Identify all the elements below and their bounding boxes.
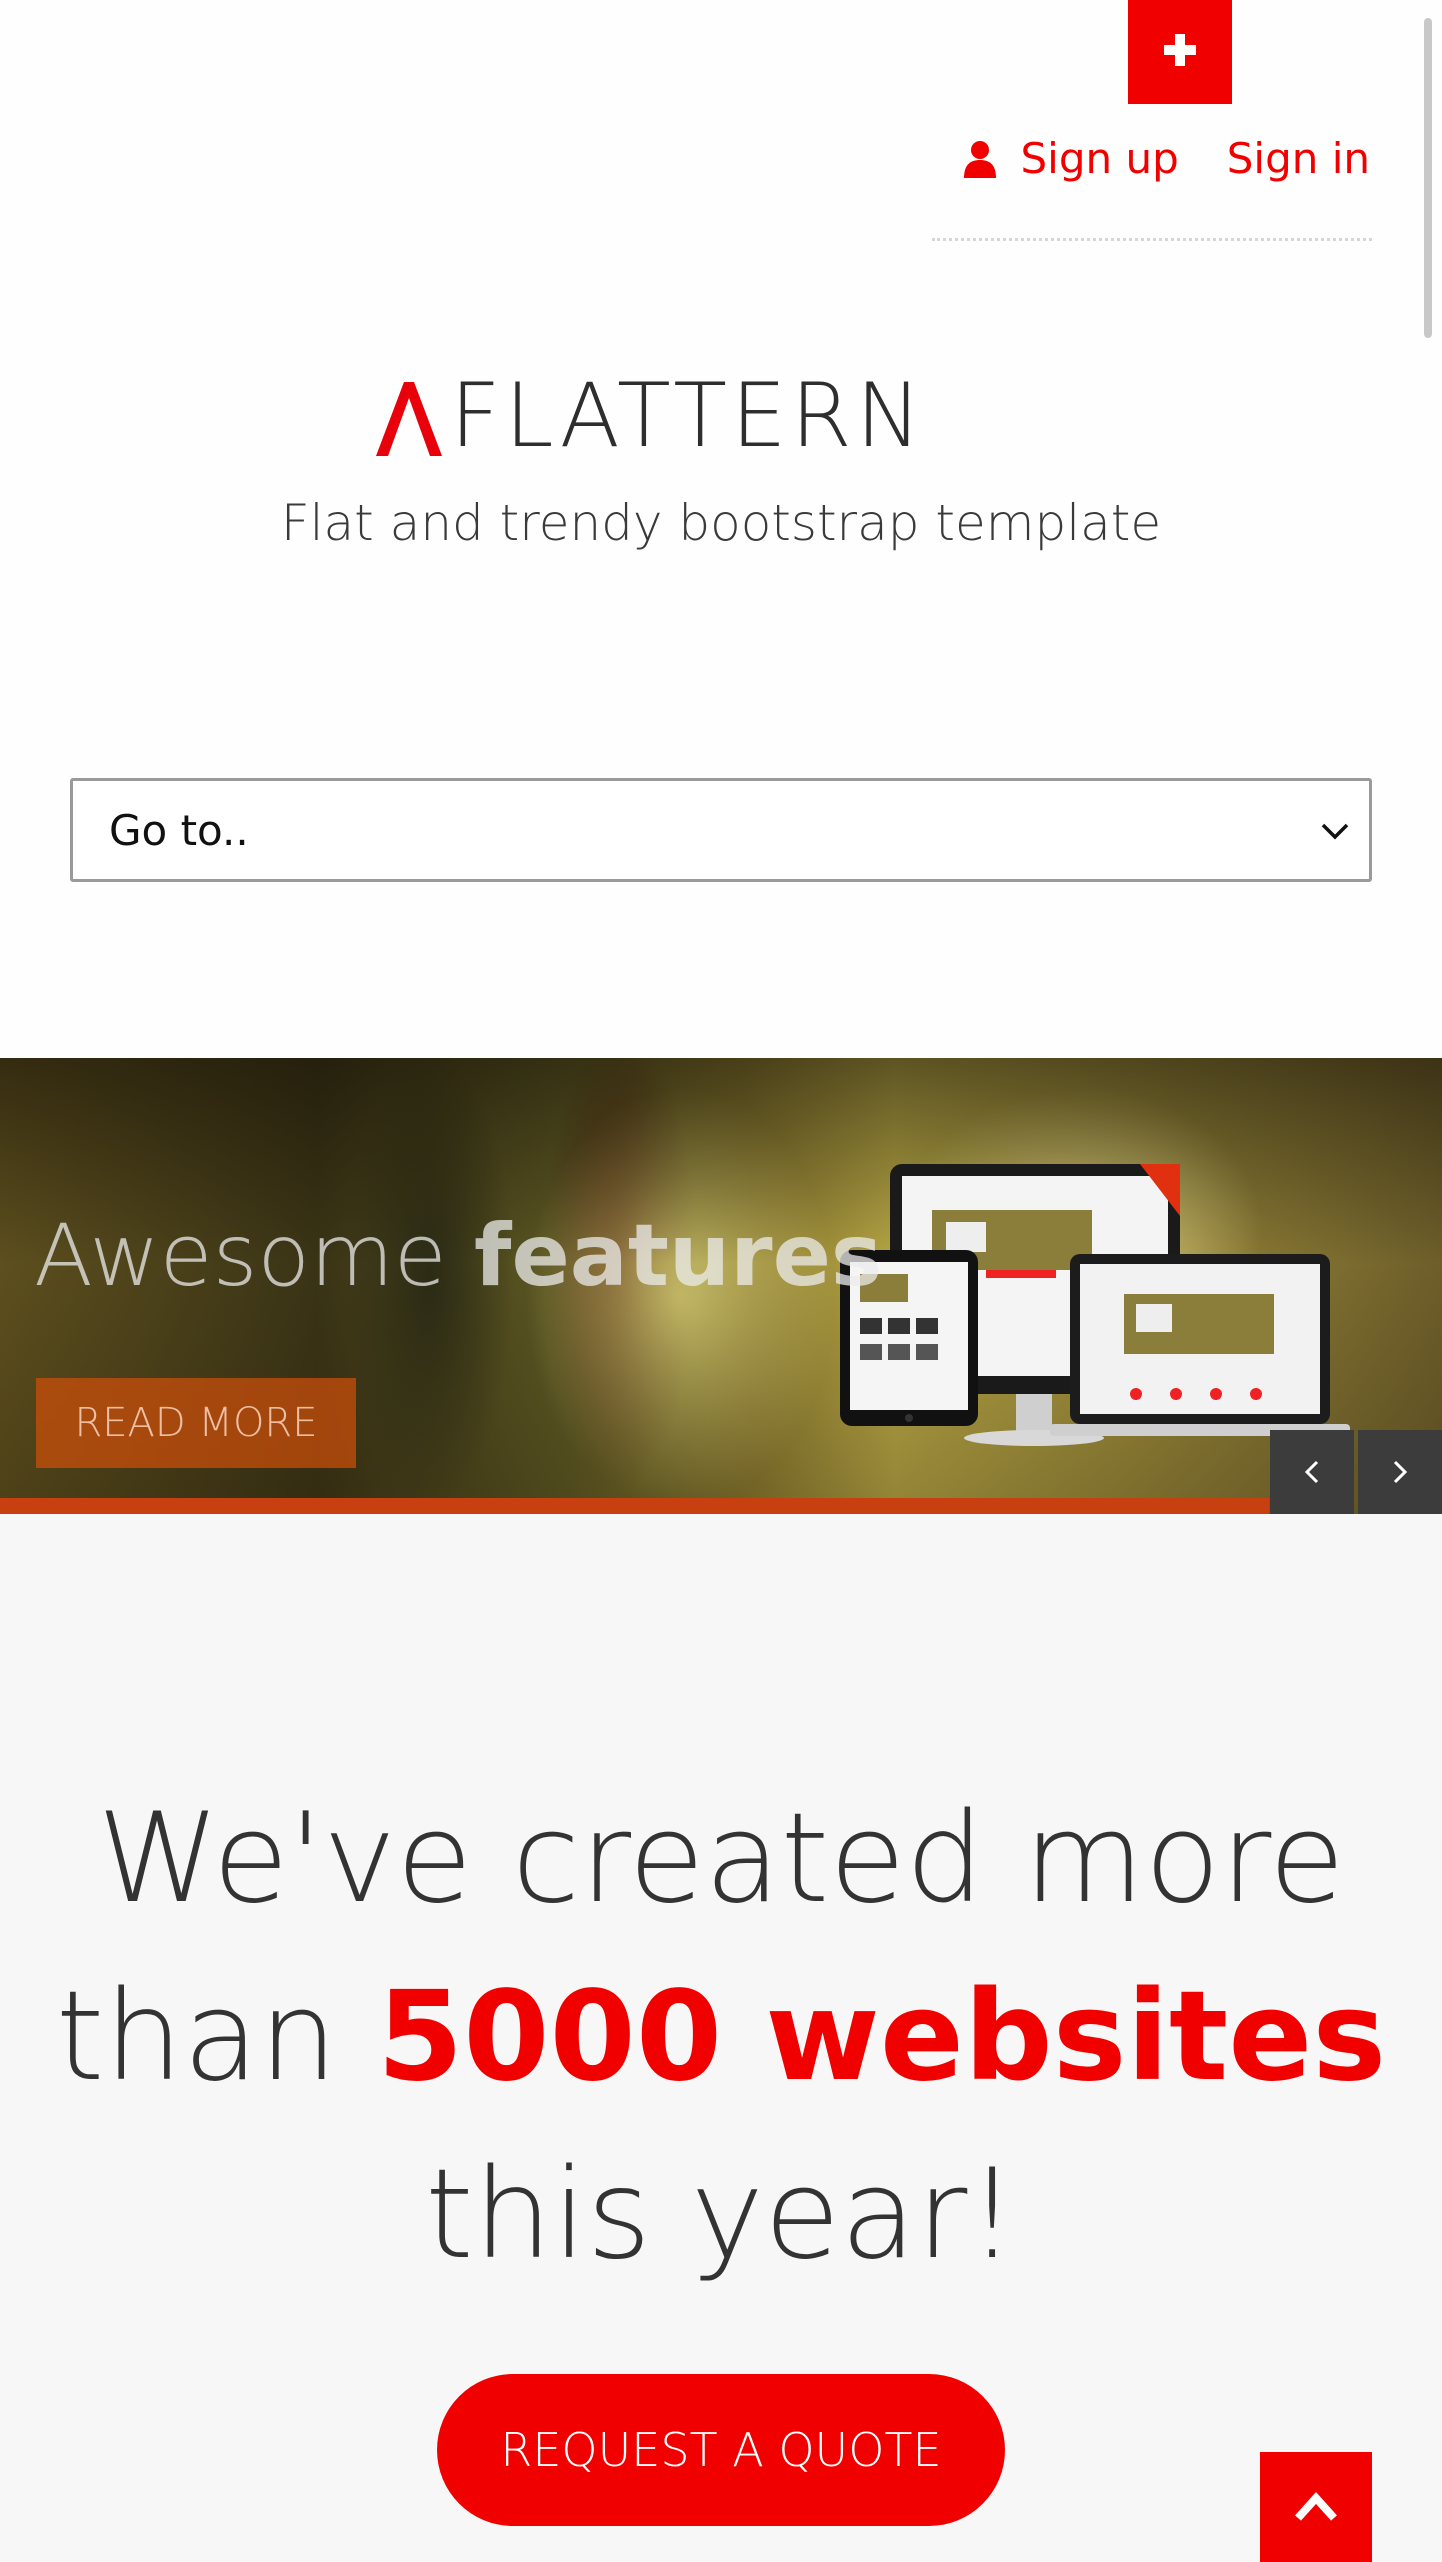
sign-in-label: Sign in: [1226, 134, 1370, 183]
auth-links: Sign up Sign in: [963, 134, 1370, 183]
promo-line-1: We've created more: [97, 1787, 1345, 1931]
user-icon: [963, 140, 997, 178]
sign-up-link[interactable]: Sign up: [963, 134, 1179, 183]
slide-title: Awesome features: [34, 1206, 882, 1306]
slide-title-light: Awesome: [34, 1206, 475, 1306]
chevron-right-icon: [1393, 1460, 1408, 1484]
slider-prev-button[interactable]: [1270, 1430, 1354, 1514]
site-logo[interactable]: FLATTERN: [372, 372, 926, 460]
plus-icon: [1162, 32, 1198, 72]
tagline: Flat and trendy bootstrap template: [280, 494, 1162, 552]
chevron-up-icon: [1295, 2492, 1337, 2521]
navigation-select[interactable]: Go to..: [70, 778, 1372, 882]
hero-slider[interactable]: Awesome features READ MORE: [0, 1058, 1442, 1514]
slider-progress-bar: [0, 1498, 1269, 1514]
promo-headline: We've created more than 5000 websites th…: [0, 1770, 1442, 2304]
sign-up-label: Sign up: [1020, 134, 1179, 183]
chevron-left-icon: [1304, 1460, 1319, 1484]
promo-highlight: 5000 websites: [377, 1965, 1387, 2109]
slider-next-button[interactable]: [1358, 1430, 1442, 1514]
chevron-down-icon: [1321, 823, 1349, 840]
top-panel-toggle-button[interactable]: [1128, 0, 1232, 104]
read-more-button[interactable]: READ MORE: [36, 1378, 356, 1468]
promo-line-2-prefix: than: [55, 1965, 377, 2109]
sign-in-link[interactable]: Sign in: [1227, 134, 1370, 183]
header-divider: [932, 238, 1372, 241]
navigation-select-value: Go to..: [109, 805, 249, 855]
scrollbar[interactable]: [1424, 18, 1432, 338]
slide-title-bold: features: [474, 1206, 883, 1306]
page: Sign up Sign in FLATTERN Flat and trendy…: [0, 0, 1442, 2562]
scroll-to-top-button[interactable]: [1260, 2452, 1372, 2562]
request-quote-button[interactable]: REQUEST A QUOTE: [437, 2374, 1005, 2526]
logo-mark-icon: [372, 374, 446, 458]
promo-line-2: than 5000 websites: [0, 1948, 1442, 2126]
logo-text: FLATTERN: [450, 364, 926, 467]
promo-line-3: this year!: [424, 2143, 1018, 2287]
